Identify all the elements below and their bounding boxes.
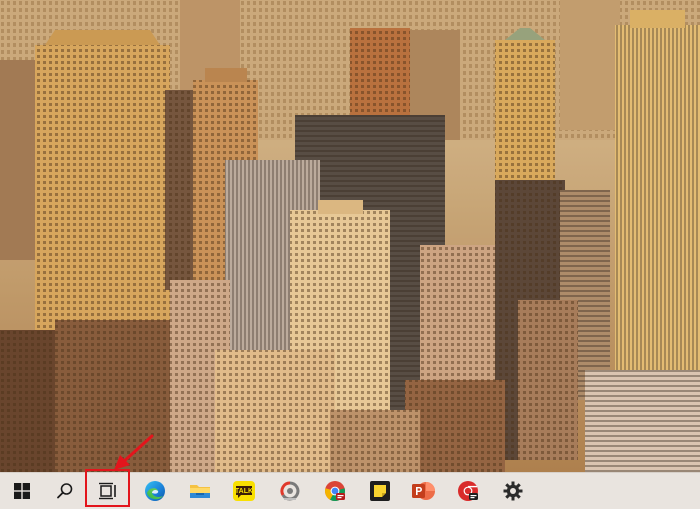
chrome-icon [325,481,345,502]
search-button[interactable] [45,473,85,509]
photo-scape-icon [280,481,300,501]
task-view-highlight-box [85,469,130,507]
kakaotalk-icon: TALK [233,481,255,501]
sticky-notes-button[interactable] [360,473,400,509]
desktop: TALK [0,0,700,509]
powerpoint-button[interactable] [403,473,443,509]
settings-button[interactable] [493,473,533,509]
folder-icon [190,485,210,498]
edge-browser-button[interactable] [135,473,175,509]
chrome-profile-button[interactable] [448,473,488,509]
edge-browser-icon [145,481,165,501]
kakaotalk-button[interactable]: TALK [224,473,264,509]
gear-icon [503,481,523,501]
sticky-notes-icon [370,481,390,501]
search-icon [57,483,73,499]
city-skyline-wallpaper [0,0,700,472]
chrome-button[interactable] [315,473,355,509]
windows-logo-icon [14,483,30,499]
file-explorer-button[interactable] [180,473,220,509]
powerpoint-icon [412,482,435,500]
start-button[interactable] [2,473,42,509]
kakaotalk-label: TALK [235,488,253,495]
photo-scape-button[interactable] [270,473,310,509]
chrome-profile-icon [458,481,478,501]
